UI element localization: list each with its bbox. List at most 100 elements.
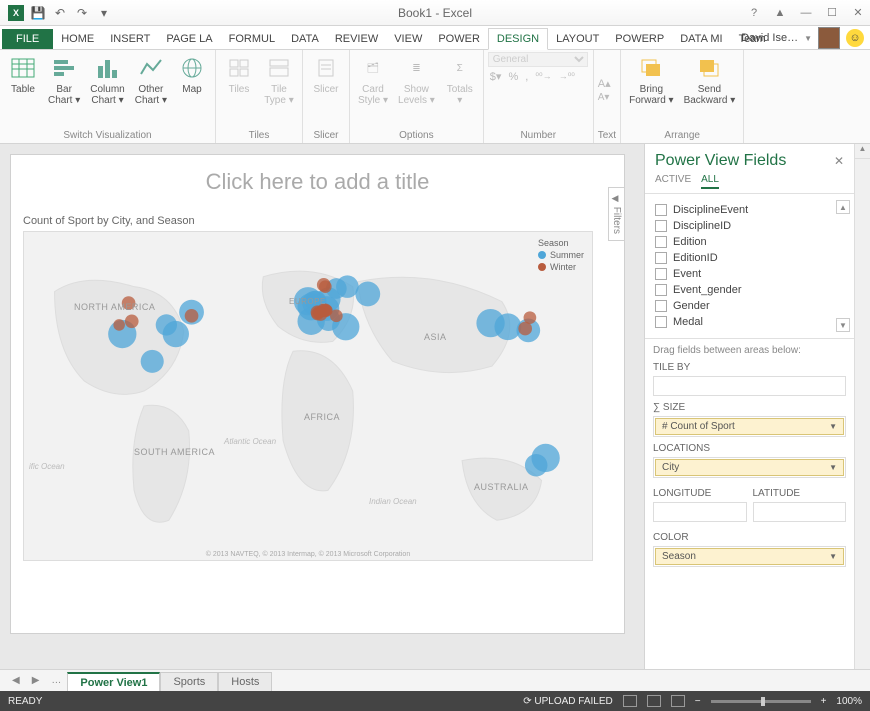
legend-item-winter[interactable]: Winter — [538, 262, 584, 272]
map-bubble[interactable] — [518, 322, 532, 336]
ribbon-tab-home[interactable]: HOME — [53, 29, 102, 49]
map-button[interactable]: Map — [173, 52, 211, 128]
checkbox-icon[interactable] — [655, 316, 667, 328]
slicer-button[interactable]: Slicer — [307, 52, 345, 128]
map-bubble[interactable] — [113, 319, 125, 331]
map-bubble[interactable] — [336, 275, 359, 298]
upload-status[interactable]: ⟳ UPLOAD FAILED — [523, 696, 613, 707]
ribbon-tab-data[interactable]: DATA — [283, 29, 327, 49]
close-button[interactable]: ✕ — [850, 5, 866, 21]
fields-pane-close-icon[interactable]: ✕ — [834, 154, 844, 168]
other-chart-button[interactable]: Other Chart ▾ — [131, 52, 171, 128]
table-button[interactable]: Table — [4, 52, 42, 128]
checkbox-icon[interactable] — [655, 204, 667, 216]
field-item[interactable]: Gender — [655, 298, 848, 314]
map-bubble[interactable] — [163, 321, 189, 347]
zoom-out-icon[interactable]: − — [695, 696, 701, 707]
view-layout-icon[interactable] — [647, 695, 661, 707]
checkbox-icon[interactable] — [655, 284, 667, 296]
zoom-slider[interactable] — [711, 700, 811, 703]
inc-decimal-icon[interactable]: ⁰⁰→ — [535, 71, 551, 82]
checkbox-icon[interactable] — [655, 252, 667, 264]
field-item[interactable]: DisciplineEvent — [655, 202, 848, 218]
field-item[interactable]: Event — [655, 266, 848, 282]
ribbon-tab-review[interactable]: REVIEW — [327, 29, 386, 49]
checkbox-icon[interactable] — [655, 268, 667, 280]
tiles-button[interactable]: Tiles — [220, 52, 258, 128]
view-normal-icon[interactable] — [623, 695, 637, 707]
dec-decimal-icon[interactable]: →⁰⁰ — [559, 71, 575, 82]
size-chip[interactable]: # Count of Sport▼ — [655, 418, 844, 435]
ribbon-tab-page la[interactable]: PAGE LA — [158, 29, 220, 49]
tab-all[interactable]: ALL — [701, 174, 719, 189]
user-name[interactable]: David Ise… — [741, 32, 798, 44]
sheet-nav-prev-icon[interactable]: ◀ — [6, 673, 26, 688]
map-bubble[interactable] — [476, 309, 504, 337]
ribbon-tab-power[interactable]: POWER — [430, 29, 488, 49]
sheet-nav-more-icon[interactable]: … — [45, 673, 67, 688]
save-icon[interactable]: 💾 — [30, 5, 46, 21]
locations-chip[interactable]: City▼ — [655, 459, 844, 476]
field-item[interactable]: Edition — [655, 234, 848, 250]
scroll-up-icon[interactable]: ▲ — [836, 200, 850, 214]
avatar[interactable] — [818, 27, 840, 49]
map-chart[interactable]: Count of Sport by City, and Season — [23, 215, 612, 561]
sheet-tab[interactable]: Sports — [160, 672, 218, 691]
map-visualization[interactable]: Season Summer Winter NORTH AMERICA SOUTH… — [23, 231, 593, 561]
ribbon-tab-design[interactable]: DESIGN — [488, 28, 548, 50]
map-bubble[interactable] — [125, 314, 139, 328]
vertical-scrollbar[interactable]: ▲ — [854, 144, 870, 669]
map-bubble[interactable] — [317, 278, 331, 292]
checkbox-icon[interactable] — [655, 220, 667, 232]
currency-icon[interactable]: $▾ — [490, 70, 502, 83]
minimize-button[interactable]: — — [798, 5, 814, 21]
maximize-button[interactable]: ☐ — [824, 5, 840, 21]
map-bubble[interactable] — [525, 454, 548, 477]
ribbon-tab-data mi[interactable]: DATA MI — [672, 29, 730, 49]
sheet-nav-next-icon[interactable]: ▶ — [26, 673, 46, 688]
map-bubble[interactable] — [141, 350, 164, 373]
map-bubble[interactable] — [355, 282, 380, 307]
report-title-placeholder[interactable]: Click here to add a title — [11, 155, 624, 209]
filters-tab[interactable]: ◀ Filters — [608, 187, 625, 241]
powerview-report[interactable]: Click here to add a title ◀ Filters Coun… — [10, 154, 625, 634]
area-color[interactable]: Season▼ — [653, 546, 846, 567]
bring-forward-button[interactable]: Bring Forward ▾ — [625, 52, 677, 128]
map-bubble[interactable] — [314, 307, 328, 321]
totals-button[interactable]: ΣTotals ▾ — [441, 52, 479, 128]
percent-icon[interactable]: % — [508, 71, 518, 83]
undo-icon[interactable]: ↶ — [52, 5, 68, 21]
field-item[interactable]: EditionID — [655, 250, 848, 266]
tile-type-button[interactable]: Tile Type ▾ — [260, 52, 298, 128]
ribbon-tab-view[interactable]: VIEW — [386, 29, 430, 49]
card-style-button[interactable]: 🗂Card Style ▾ — [354, 52, 392, 128]
user-dropdown-icon[interactable]: ▼ — [804, 34, 812, 43]
number-format-select[interactable]: General — [488, 52, 588, 67]
feedback-smiley-icon[interactable]: ☺ — [846, 29, 864, 47]
area-latitude[interactable] — [753, 502, 847, 522]
color-chip[interactable]: Season▼ — [655, 548, 844, 565]
sheet-tab[interactable]: Power View1 — [67, 672, 160, 692]
scroll-down-icon[interactable]: ▼ — [836, 318, 850, 332]
ribbon-tab-insert[interactable]: INSERT — [102, 29, 158, 49]
map-bubble[interactable] — [185, 309, 199, 323]
column-chart-button[interactable]: Column Chart ▾ — [86, 52, 128, 128]
bar-chart-button[interactable]: Bar Chart ▾ — [44, 52, 84, 128]
ribbon-options-button[interactable]: ▲ — [772, 5, 788, 21]
view-pagebreak-icon[interactable] — [671, 695, 685, 707]
legend-item-summer[interactable]: Summer — [538, 250, 584, 260]
help-button[interactable]: ? — [746, 5, 762, 21]
sheet-tab[interactable]: Hosts — [218, 672, 272, 691]
qat-dropdown-icon[interactable]: ▾ — [96, 5, 112, 21]
redo-icon[interactable]: ↷ — [74, 5, 90, 21]
zoom-level[interactable]: 100% — [836, 696, 862, 707]
show-levels-button[interactable]: ≣Show Levels ▾ — [394, 52, 439, 128]
send-backward-button[interactable]: Send Backward ▾ — [680, 52, 740, 128]
ribbon-tab-layout[interactable]: LAYOUT — [548, 29, 607, 49]
field-item[interactable]: Event_gender — [655, 282, 848, 298]
area-size[interactable]: # Count of Sport▼ — [653, 416, 846, 437]
area-longitude[interactable] — [653, 502, 747, 522]
map-bubble[interactable] — [330, 309, 343, 322]
area-locations[interactable]: City▼ — [653, 457, 846, 478]
file-tab[interactable]: FILE — [2, 29, 53, 49]
